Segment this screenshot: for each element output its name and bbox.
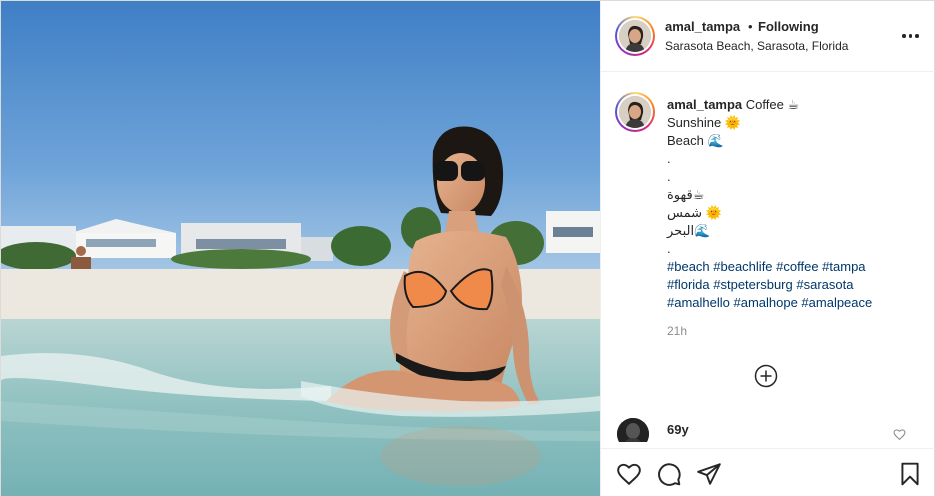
header-separator: •	[748, 19, 753, 34]
hashtags-line[interactable]: #beach #beachlife #coffee #tampa	[667, 258, 927, 276]
hashtags-line[interactable]: #amalhello #amalhope #amalpeace	[667, 294, 927, 312]
plus-circle-icon	[754, 364, 778, 388]
caption-line: .	[667, 241, 671, 256]
following-button[interactable]: Following	[758, 19, 819, 34]
comments-area: amal_tampa Coffee ☕ Sunshine 🌞 Beach 🌊 .…	[601, 72, 935, 442]
caption-line: .	[667, 169, 671, 184]
heart-small-icon[interactable]	[893, 428, 906, 441]
header-username[interactable]: amal_tampa	[665, 19, 740, 34]
comment-icon	[658, 463, 681, 486]
caption-line: شمس 🌞	[667, 205, 722, 220]
profile-avatar[interactable]	[615, 16, 655, 56]
heart-icon	[617, 463, 641, 486]
caption-time[interactable]: 21h	[667, 324, 927, 338]
comment-button[interactable]	[656, 461, 682, 487]
comment-avatar[interactable]	[617, 418, 649, 442]
hashtags-line[interactable]: #florida #stpetersburg #sarasota	[667, 276, 927, 294]
caption-line: Sunshine 🌞	[667, 115, 742, 130]
caption: amal_tampa Coffee ☕ Sunshine 🌞 Beach 🌊 .…	[667, 96, 927, 338]
post-photo[interactable]	[1, 1, 600, 496]
caption-avatar[interactable]	[615, 92, 655, 132]
location-link[interactable]: Sarasota Beach, Sarasota, Florida	[665, 39, 848, 53]
paper-plane-icon	[697, 463, 721, 485]
more-options-icon[interactable]	[902, 28, 920, 44]
caption-line: قهوة☕	[667, 187, 705, 202]
caption-line: Beach 🌊	[667, 133, 724, 148]
post-dialog: amal_tampa • Following Sarasota Beach, S…	[0, 0, 935, 496]
bookmark-icon	[901, 462, 919, 486]
post-header: amal_tampa • Following Sarasota Beach, S…	[601, 1, 935, 72]
caption-line: .	[667, 151, 671, 166]
load-more-comments-button[interactable]	[754, 364, 778, 388]
caption-line: amal_tampa Coffee ☕	[667, 97, 800, 112]
share-button[interactable]	[696, 461, 722, 487]
like-button[interactable]	[616, 461, 642, 487]
post-side-panel: amal_tampa • Following Sarasota Beach, S…	[600, 1, 935, 496]
caption-username[interactable]: amal_tampa	[667, 97, 742, 112]
save-button[interactable]	[897, 461, 923, 487]
caption-line: البحر🌊	[667, 223, 711, 238]
avatar-image	[619, 96, 651, 128]
avatar-image	[619, 20, 651, 52]
action-bar	[601, 448, 935, 496]
beach-photo	[1, 1, 600, 496]
comment-username[interactable]: 69y	[667, 422, 689, 437]
